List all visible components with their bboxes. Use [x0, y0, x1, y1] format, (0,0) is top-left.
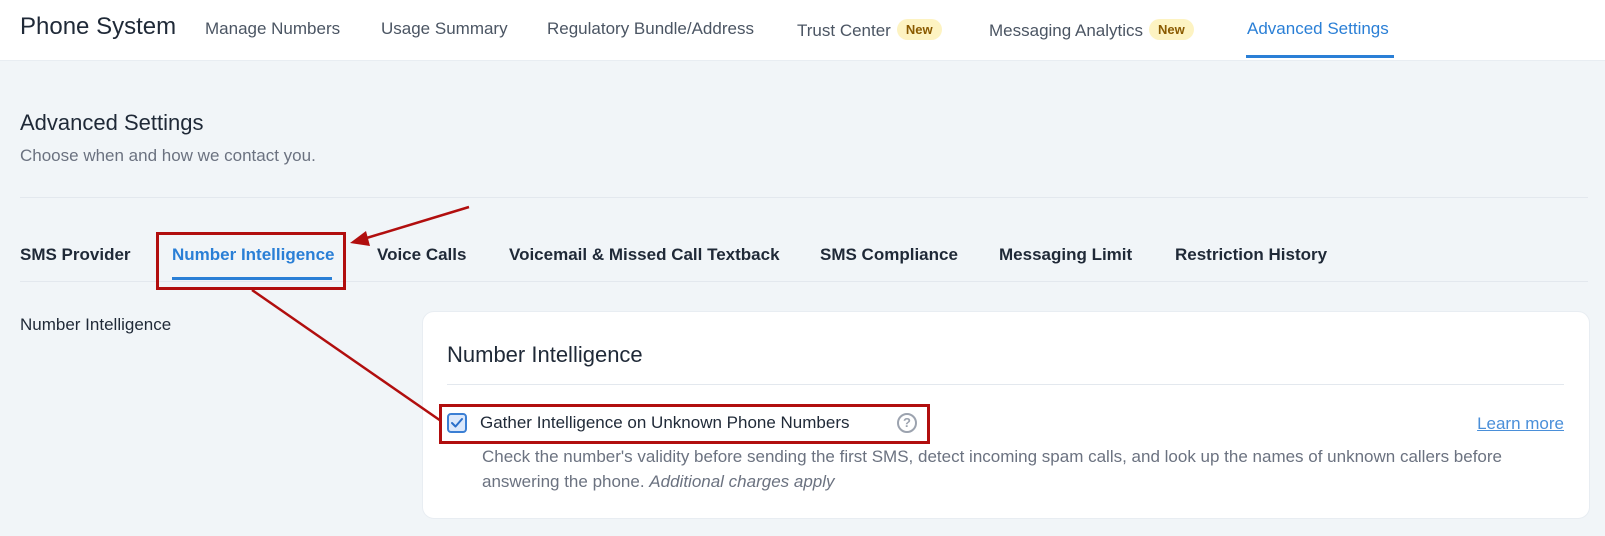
annotation-arrows: [251, 205, 470, 423]
annotation-arrow-line: [359, 205, 470, 242]
annotation-arrowhead: [350, 231, 370, 246]
annotation-connector-line: [251, 288, 442, 423]
